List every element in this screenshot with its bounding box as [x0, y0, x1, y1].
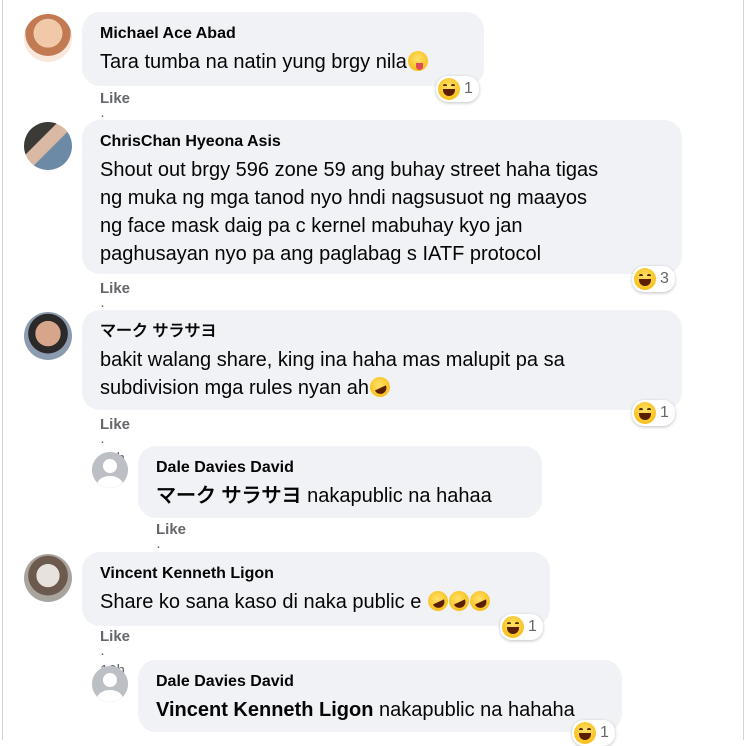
rofl-emoji-icon [424, 587, 452, 615]
default-avatar-icon [92, 452, 128, 488]
like-button[interactable]: Like [100, 416, 130, 433]
tongue-out-emoji-icon [407, 51, 428, 71]
comment-text: Tara tumba na natin yung brgy nila [100, 51, 407, 73]
comment-text-line: bakit walang share, king ina haha mas ma… [100, 349, 565, 371]
comment-text: Share ko sana kaso di naka public e [100, 591, 422, 613]
haha-reaction-icon [634, 402, 656, 424]
comment-author[interactable]: ChrisChan Hyeona Asis [100, 132, 668, 152]
comment-text-line: subdivision mga rules nyan ah [100, 377, 370, 399]
comment-author[interactable]: Vincent Kenneth Ligon [100, 564, 536, 584]
haha-reaction-icon [502, 616, 524, 638]
reaction-summary[interactable]: 1 [436, 76, 479, 102]
comment-text-line: Shout out brgy 596 zone 59 ang buhay str… [100, 159, 599, 181]
avatar[interactable] [92, 666, 128, 702]
comment-bubble: Dale Davies David Vincent Kenneth Ligon … [138, 660, 622, 732]
rofl-emoji-icon [366, 373, 394, 401]
comment-text-line: paghusayan nyo pa ang paglabag s IATF pr… [100, 243, 542, 265]
comment-bubble: ChrisChan Hyeona Asis Shout out brgy 596… [82, 120, 682, 274]
window-right-border [743, 0, 744, 740]
comment-author[interactable]: Dale Davies David [156, 458, 528, 478]
window-left-border [2, 0, 3, 740]
default-avatar-icon [92, 666, 128, 702]
meta-separator: · [100, 433, 105, 450]
reaction-summary[interactable]: 1 [500, 614, 543, 640]
rofl-emoji-icon [466, 587, 494, 615]
comment-author[interactable]: マーク サラサヨ [100, 322, 668, 342]
reaction-count: 1 [464, 80, 473, 97]
comment-text: Shout out brgy 596 zone 59 ang buhay str… [100, 156, 668, 268]
comment-bubble: マーク サラサヨ bakit walang share, king ina ha… [82, 310, 682, 410]
comment-text: bakit walang share, king ina haha mas ma… [100, 346, 668, 402]
rofl-emoji-icon [445, 587, 473, 615]
mention-link[interactable]: Vincent Kenneth Ligon [156, 699, 373, 721]
reaction-count: 1 [600, 724, 609, 741]
comment-text-line: ng face mask daig pa c kernel mabuhay ky… [100, 215, 523, 237]
comment-bubble: Dale Davies David マーク サラサヨ nakapublic na… [138, 446, 542, 518]
comment-bubble: Vincent Kenneth Ligon Share ko sana kaso… [82, 552, 550, 626]
reaction-summary[interactable]: 3 [632, 266, 675, 292]
haha-reaction-icon [574, 722, 596, 744]
reaction-count: 1 [660, 404, 669, 421]
avatar[interactable] [92, 452, 128, 488]
meta-separator: · [100, 645, 105, 662]
haha-reaction-icon [634, 268, 656, 290]
reaction-count: 3 [660, 270, 669, 287]
comment-bubble: Michael Ace Abad Tara tumba na natin yun… [82, 12, 484, 86]
comment-author[interactable]: Dale Davies David [156, 672, 608, 692]
avatar[interactable] [24, 122, 72, 170]
reaction-summary[interactable]: 1 [632, 400, 675, 426]
like-button[interactable]: Like [100, 90, 130, 107]
comment-text: nakapublic na hahaa [307, 485, 492, 507]
avatar[interactable] [24, 14, 72, 62]
like-button[interactable]: Like [100, 628, 130, 645]
reaction-count: 1 [528, 618, 537, 635]
mention-link[interactable]: マーク サラサヨ [156, 485, 302, 507]
like-button[interactable]: Like [100, 280, 130, 297]
avatar[interactable] [24, 554, 72, 602]
reaction-summary[interactable]: 1 [572, 720, 615, 746]
avatar[interactable] [24, 312, 72, 360]
comment-text: nakapublic na hahaha [378, 699, 575, 721]
haha-reaction-icon [438, 78, 460, 100]
comment-author[interactable]: Michael Ace Abad [100, 24, 470, 44]
comment-text-line: ng muka ng mga tanod nyo hndi nagsusuot … [100, 187, 587, 209]
like-button[interactable]: Like [156, 521, 186, 538]
